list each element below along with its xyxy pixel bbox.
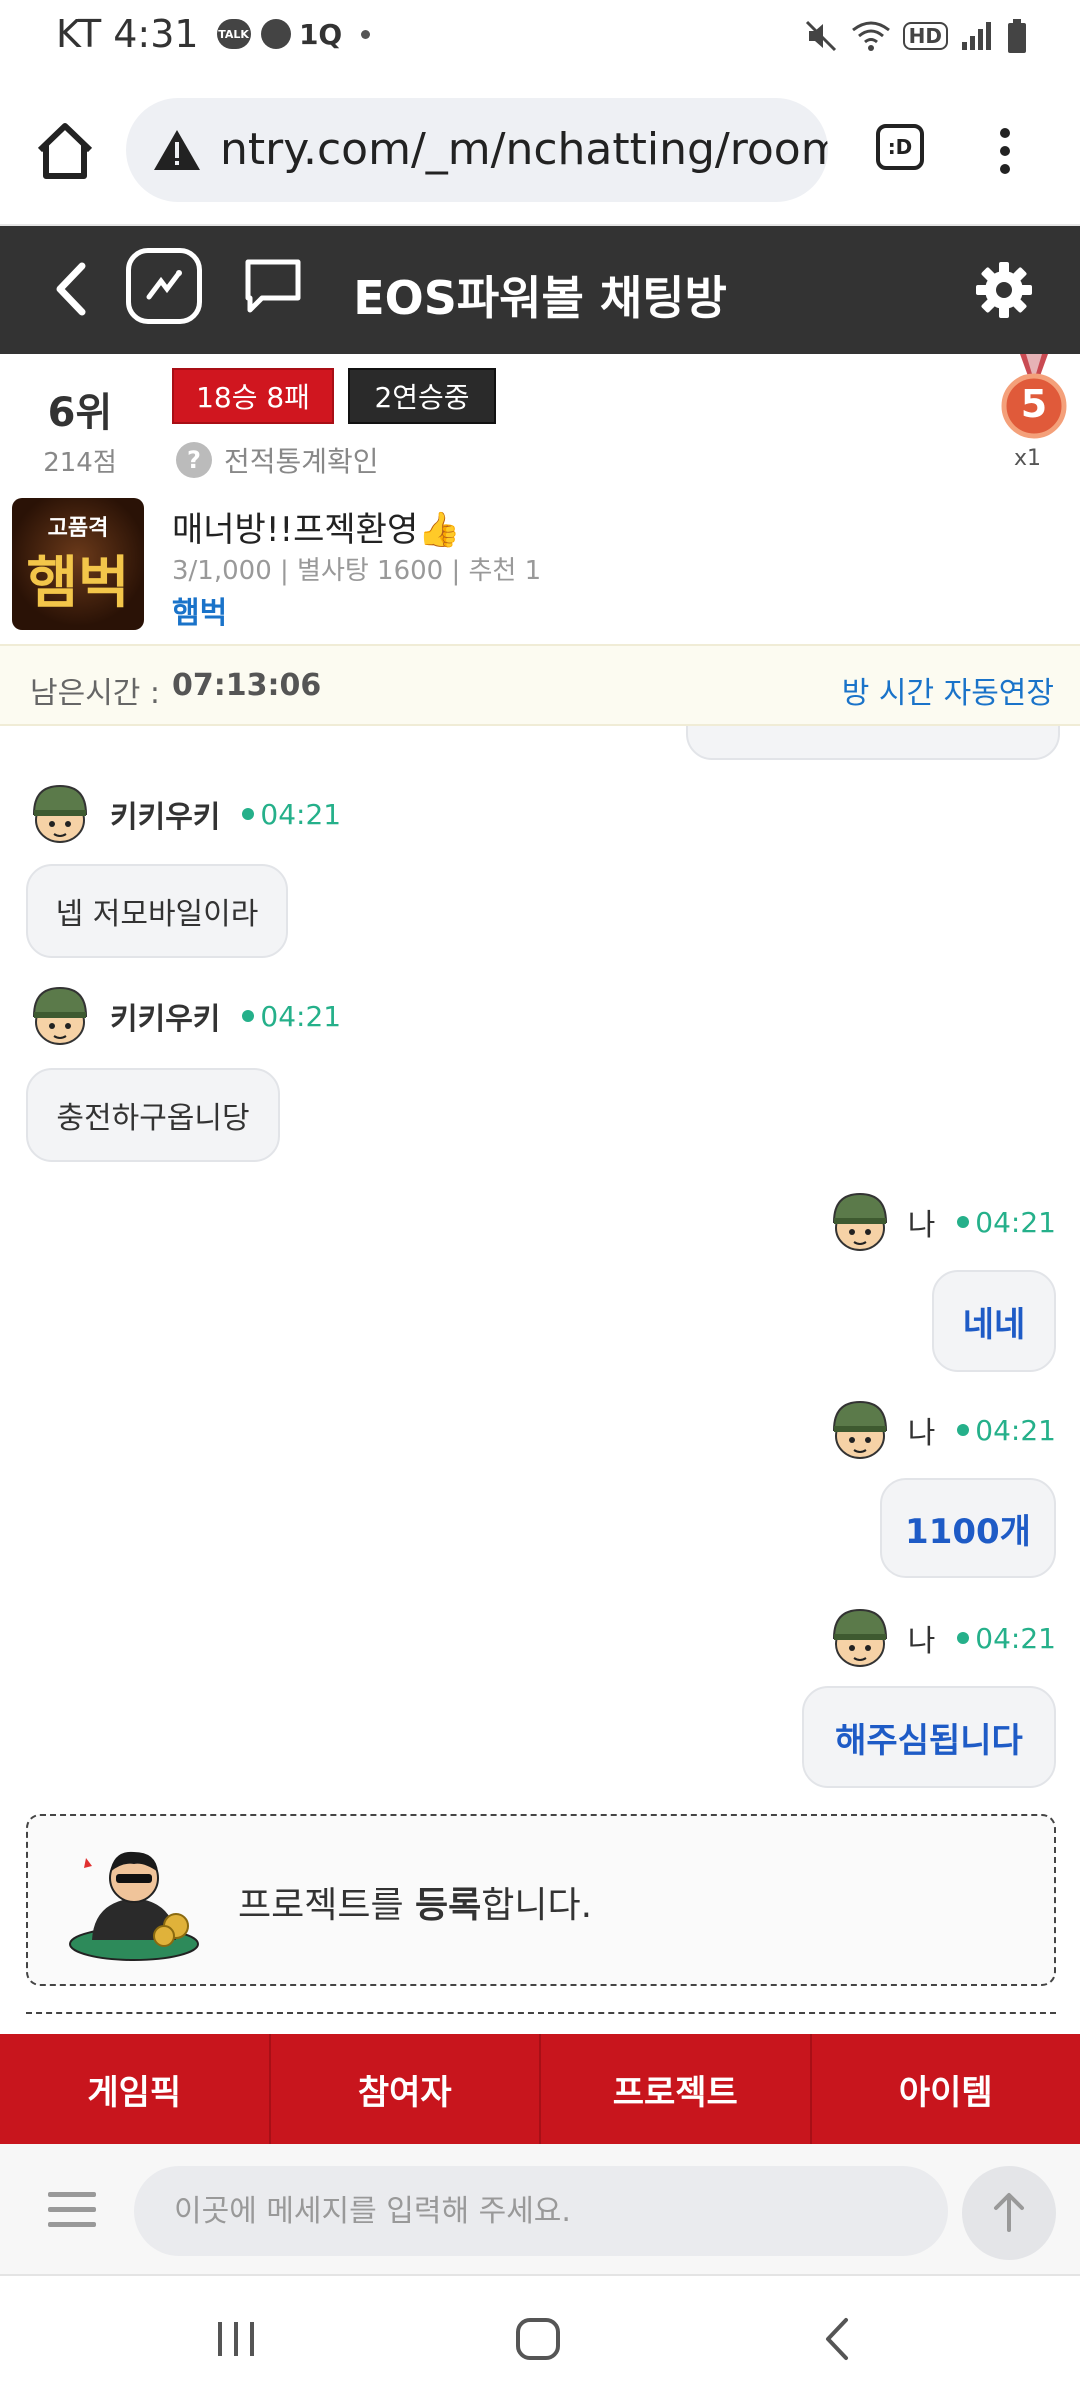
gear-icon[interactable] [974, 260, 1034, 320]
soldier-avatar-icon [832, 1608, 887, 1667]
notice-bold: 등록 [415, 1885, 482, 1926]
stats-link-label: 전적통계확인 [224, 445, 379, 478]
message-bubble: 충전하구옵니당 [26, 1068, 280, 1162]
time-text: 04:21 [975, 1205, 1056, 1239]
tab-items[interactable]: 아이템 [812, 2034, 1080, 2144]
bottom-tabs: 게임픽 참여자 프로젝트 아이템 [0, 2034, 1080, 2144]
back-nav-icon[interactable] [818, 2314, 858, 2364]
online-dot-icon [957, 1632, 970, 1644]
nickname: 키키우키 [110, 1002, 221, 1037]
more-options-icon[interactable] [990, 122, 1020, 182]
message-input-bar [0, 2144, 1080, 2276]
time-text: 04:21 [260, 999, 342, 1033]
stats-link[interactable]: ? 전적통계확인 [176, 440, 379, 480]
online-dot-icon [242, 1010, 255, 1022]
time-label: 남은시간 : [30, 676, 161, 711]
message-input[interactable] [134, 2166, 948, 2256]
next-notice-edge [26, 2012, 1056, 2036]
question-icon: ? [176, 442, 212, 478]
room-name: 매너방!!프젝환영👍 [172, 510, 461, 550]
time-value: 07:13:06 [172, 668, 322, 703]
battery-icon [1008, 19, 1026, 53]
time-remaining-bar: 남은시간 : 07:13:06 방 시간 자동연장 [0, 644, 1080, 726]
notice-prefix: 프로젝트를 [238, 1885, 416, 1926]
soldier-avatar-icon [832, 1400, 887, 1459]
url-text: ntry.com/_m/nchatting/room [220, 124, 828, 175]
online-dot-icon [957, 1216, 970, 1228]
dealer-character-icon [69, 1851, 199, 1961]
tab-participants[interactable]: 참여자 [271, 2034, 541, 2144]
auto-extend-link[interactable]: 방 시간 자동연장 [842, 668, 1054, 712]
time-text: 04:21 [975, 1413, 1056, 1447]
message-time: 04:21 [957, 1622, 1056, 1655]
message-bubble: 넵 저모바일이라 [26, 864, 288, 958]
soldier-avatar-icon [32, 986, 88, 1045]
message-bubble: 네네 [932, 1270, 1056, 1372]
page-title: EOS파워볼 채팅방 [353, 271, 727, 325]
online-dot-icon [957, 1424, 970, 1436]
nickname: 나 [907, 1208, 936, 1243]
message-time: 04:21 [242, 798, 341, 831]
tab-project[interactable]: 프로젝트 [541, 2034, 812, 2144]
message-time: 04:21 [957, 1414, 1056, 1447]
wifi-icon [851, 21, 890, 51]
warning-icon [154, 130, 200, 170]
message-header: 나 04:21 [826, 1188, 1056, 1256]
status-bar: KT 4:31 TALK 1Q HD [0, 0, 1080, 78]
nickname: 키키우키 [110, 800, 221, 835]
one-q-icon: 1Q [298, 17, 343, 51]
rank: 6위 [47, 390, 113, 436]
hd-icon: HD [902, 22, 948, 50]
message-header: 키키우키 04:21 [26, 982, 341, 1050]
time-text: 04:21 [260, 797, 342, 831]
soldier-avatar-icon [32, 784, 88, 843]
medal-number: 5 [1020, 382, 1048, 426]
tab-game-pick[interactable]: 게임픽 [0, 2034, 271, 2144]
home-nav-icon[interactable] [514, 2316, 562, 2362]
room-owner[interactable]: 햄벅 [172, 588, 227, 632]
chat-bubble-icon [260, 19, 291, 49]
notice-text: 프로젝트를 등록합니다. [238, 1876, 592, 1928]
previous-bubble [686, 726, 1060, 760]
room-meta: 3/1,000 | 별사탕 1600 | 추천 1 [172, 556, 542, 586]
url-bar[interactable]: ntry.com/_m/nchatting/room [126, 98, 828, 202]
room-thumbnail: 고품격 햄벅 [12, 498, 144, 630]
browser-toolbar: ntry.com/_m/nchatting/room :D [0, 78, 1080, 226]
message-header: 키키우키 04:21 [26, 780, 341, 848]
nickname: 나 [907, 1624, 936, 1659]
thumbnail-title: 햄벅 [26, 551, 130, 616]
project-notice: 프로젝트를 등록합니다. [26, 1814, 1056, 1986]
message-header: 나 04:21 [826, 1604, 1056, 1672]
signal-icon [962, 22, 991, 50]
rank-block: 6위 214점 [30, 380, 130, 479]
app-header: EOS파워볼 채팅방 [0, 226, 1080, 354]
dot-icon [360, 29, 370, 39]
online-dot-icon [242, 808, 255, 820]
message-time: 04:21 [957, 1206, 1056, 1239]
send-button[interactable] [962, 2166, 1056, 2260]
message-bubble: 1100개 [880, 1478, 1056, 1578]
system-nav-bar [0, 2276, 1080, 2400]
talk-icon: TALK [216, 19, 251, 49]
nickname: 나 [907, 1416, 936, 1451]
message-bubble: 해주심됩니다 [802, 1686, 1056, 1788]
streak-badge: 2연승중 [348, 368, 496, 424]
message-header: 나 04:21 [826, 1396, 1056, 1464]
home-icon[interactable] [34, 120, 96, 182]
medal-count: x1 [1014, 446, 1042, 471]
hamburger-menu-icon[interactable] [48, 2192, 96, 2228]
tab-switcher-button[interactable]: :D [876, 124, 924, 170]
message-time: 04:21 [242, 1000, 341, 1033]
arrow-up-icon [994, 2193, 1024, 2232]
carrier-time: KT 4:31 [56, 12, 199, 56]
mute-icon [805, 20, 836, 52]
record-badge: 18승 8패 [172, 368, 334, 424]
room-info: 6위 214점 18승 8패 2연승중 ? 전적통계확인 5 x1 고품격 햄벅… [0, 354, 1080, 644]
time-text: 04:21 [975, 1621, 1056, 1655]
recent-apps-icon[interactable] [214, 2318, 258, 2360]
notice-suffix: 합니다. [481, 1885, 593, 1926]
chat-log[interactable]: 키키우키 04:21 넵 저모바일이라 키키우키 04:21 충전하구옵니당 나… [0, 726, 1080, 2036]
soldier-avatar-icon [832, 1192, 887, 1251]
points: 214점 [43, 448, 117, 478]
